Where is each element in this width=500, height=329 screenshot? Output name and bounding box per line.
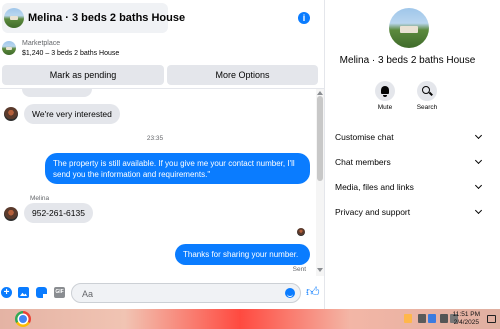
incoming-message: We're very interested — [24, 104, 120, 124]
more-options-button[interactable]: More Options — [167, 65, 318, 85]
menu-privacy-support[interactable]: Privacy and support — [335, 203, 485, 221]
chevron-down-icon — [474, 181, 483, 190]
mark-as-pending-button[interactable]: Mark as pending — [2, 65, 164, 85]
chrome-icon[interactable] — [15, 311, 31, 327]
previous-message-bubble — [22, 89, 92, 97]
scrollbar-thumb[interactable] — [317, 96, 323, 181]
search-label: Search — [416, 104, 438, 111]
incoming-message: 952-261-6135 — [24, 203, 93, 223]
info-icon[interactable]: i — [298, 12, 310, 24]
avatar — [4, 207, 18, 221]
outgoing-message: Thanks for sharing your number. — [175, 244, 310, 265]
chevron-down-icon — [474, 131, 483, 140]
sticker-icon[interactable] — [36, 287, 47, 298]
menu-media-files-links[interactable]: Media, files and links — [335, 178, 485, 196]
menu-label: Chat members — [335, 157, 391, 167]
chat-header: Melina · 3 beds 2 baths House i — [0, 0, 324, 36]
notification-icon[interactable] — [487, 315, 496, 323]
scroll-up-arrow[interactable] — [317, 91, 323, 95]
tray-icon[interactable] — [418, 314, 426, 323]
chat-title: Melina · 3 beds 2 baths House — [28, 12, 186, 24]
gif-icon[interactable]: GIF — [54, 287, 65, 298]
chevron-down-icon — [474, 206, 483, 215]
scroll-down-arrow[interactable] — [317, 268, 323, 272]
conversation-pane: Melina · 3 beds 2 baths House i Marketpl… — [0, 0, 325, 309]
mute-button[interactable] — [375, 81, 395, 101]
tray-icon[interactable] — [428, 314, 436, 323]
listing-thumbnail-small — [2, 41, 16, 55]
thumbs-up-icon[interactable]: 👍︎ — [306, 285, 320, 298]
panel-title: Melina · 3 beds 2 baths House — [339, 55, 476, 66]
plus-icon[interactable]: + — [1, 287, 12, 298]
chat-info-panel: Melina · 3 beds 2 baths House Mute Searc… — [325, 0, 500, 309]
message-input-box[interactable] — [71, 283, 301, 303]
search-button[interactable] — [417, 81, 437, 101]
menu-label: Customise chat — [335, 132, 394, 142]
taskbar: 11:51 PM 2/4/2025 — [0, 309, 500, 329]
chat-title-button[interactable]: Melina · 3 beds 2 baths House — [2, 3, 185, 33]
search-icon — [422, 86, 430, 94]
listing-thumbnail — [4, 8, 24, 28]
menu-label: Media, files and links — [335, 182, 414, 192]
mute-label: Mute — [377, 104, 393, 111]
sender-name: Melina — [30, 195, 50, 202]
photo-icon[interactable] — [18, 287, 29, 298]
listing-photo — [389, 8, 429, 48]
clock-date: 2/4/2025 — [453, 319, 479, 326]
avatar — [4, 107, 18, 121]
menu-chat-members[interactable]: Chat members — [335, 153, 485, 171]
message-input[interactable] — [80, 285, 284, 303]
message-composer: + GIF 👍︎ — [0, 279, 324, 307]
outgoing-message: The property is still available. If you … — [45, 153, 310, 184]
tray-icon[interactable] — [404, 314, 412, 323]
system-clock[interactable]: 11:51 PM 2/4/2025 — [453, 311, 480, 327]
menu-label: Privacy and support — [335, 207, 411, 217]
listing-title: $1,240 – 3 beds 2 baths House — [22, 50, 120, 57]
menu-customise-chat[interactable]: Customise chat — [335, 128, 485, 146]
emoji-icon[interactable] — [285, 288, 295, 298]
tray-icon[interactable] — [440, 314, 448, 323]
bell-icon — [381, 86, 389, 97]
delivery-status: Sent — [292, 266, 306, 273]
seen-avatar — [297, 228, 305, 236]
marketplace-label: Marketplace — [22, 40, 61, 47]
chevron-down-icon — [474, 156, 483, 165]
message-timestamp: 23:35 — [146, 135, 164, 142]
marketplace-listing[interactable]: Marketplace $1,240 – 3 beds 2 baths Hous… — [0, 37, 324, 63]
clock-time: 11:51 PM — [452, 311, 480, 318]
